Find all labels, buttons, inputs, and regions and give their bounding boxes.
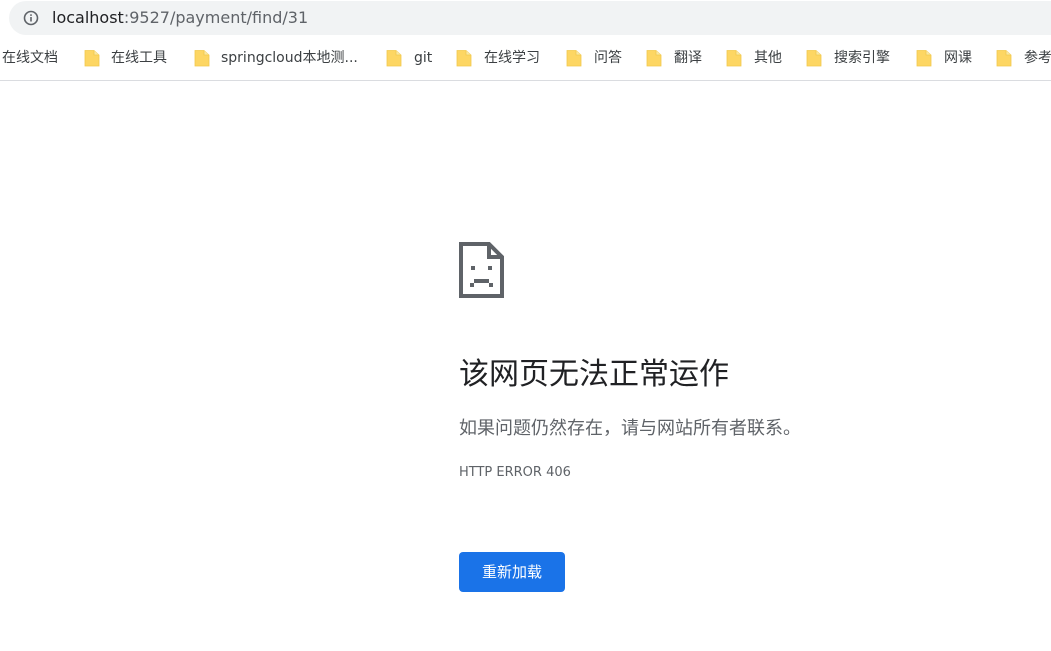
folder-icon	[456, 50, 472, 67]
folder-icon	[194, 50, 210, 67]
omnibox[interactable]: localhost:9527/payment/find/31	[9, 1, 1051, 35]
folder-icon	[726, 50, 742, 67]
url-text[interactable]: localhost:9527/payment/find/31	[52, 8, 308, 28]
bookmark-label: 在线文档	[2, 50, 58, 66]
info-icon[interactable]	[23, 10, 39, 26]
folder-icon	[646, 50, 662, 67]
bookmarks-bar: 在线文档 在线工具 springcloud本地测... git 在线学习 问答 …	[0, 37, 1051, 81]
url-path: :9527/payment/find/31	[123, 8, 309, 27]
error-code: HTTP ERROR 406	[459, 465, 571, 480]
bookmark-label: 参考	[1024, 50, 1051, 66]
bookmark-label: 其他	[754, 50, 782, 66]
folder-icon	[996, 50, 1012, 67]
folder-icon	[386, 50, 402, 67]
url-host: localhost	[52, 8, 124, 27]
folder-icon	[84, 50, 100, 67]
folder-icon	[806, 50, 822, 67]
bookmark-label: 在线工具	[111, 50, 167, 66]
error-description: 如果问题仍然存在，请与网站所有者联系。	[459, 418, 801, 439]
bookmark-label: 网课	[944, 50, 972, 66]
bookmark-label: 问答	[594, 50, 622, 66]
bookmark-label: 搜索引擎	[834, 50, 890, 66]
sad-page-icon	[459, 242, 504, 298]
bookmark-label: git	[414, 50, 433, 66]
address-row: localhost:9527/payment/find/31	[0, 0, 1051, 37]
error-title: 该网页无法正常运作	[459, 357, 729, 392]
bookmark-label: 翻译	[674, 50, 702, 66]
bookmark-label: springcloud本地测...	[221, 50, 358, 66]
folder-icon	[916, 50, 932, 67]
folder-icon	[566, 50, 582, 67]
bookmark-label: 在线学习	[484, 50, 540, 66]
reload-button[interactable]: 重新加载	[459, 552, 565, 592]
